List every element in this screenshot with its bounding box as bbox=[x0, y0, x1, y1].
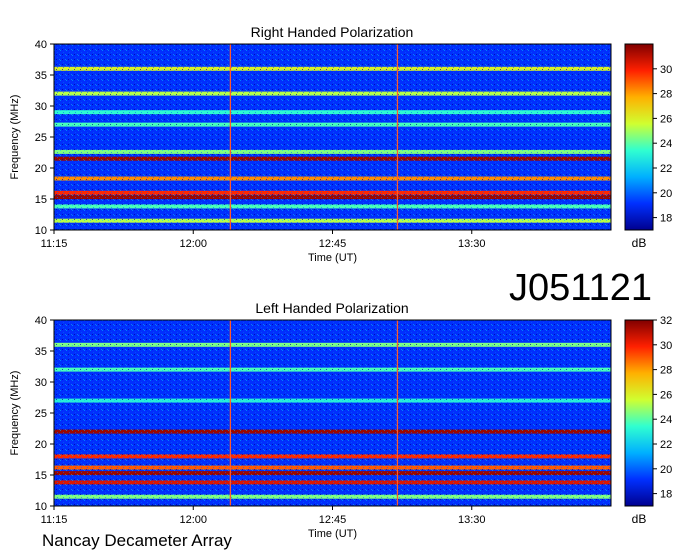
colorbar-label: dB bbox=[632, 236, 647, 250]
y-tick-label: 30 bbox=[35, 101, 47, 113]
colorbar-ticks: 18 20 22 24 26 28 30 32 bbox=[653, 315, 672, 501]
x-tick-label: 12:00 bbox=[179, 514, 207, 526]
colorbar-tick-label: 32 bbox=[660, 315, 672, 327]
y-axis: 10 15 20 25 30 35 40 bbox=[35, 39, 54, 237]
colorbar-ticks: 18 20 22 24 26 28 30 bbox=[653, 64, 672, 225]
x-tick-label: 11:15 bbox=[41, 514, 68, 526]
colorbar-tick-label: 30 bbox=[660, 340, 672, 352]
y-tick-label: 25 bbox=[35, 132, 47, 144]
panel-title: Left Handed Polarization bbox=[255, 300, 408, 316]
x-axis-label: Time (UT) bbox=[308, 252, 357, 264]
colorbar: 18 20 22 24 26 28 30 32 dB bbox=[624, 315, 672, 526]
x-tick-label: 13:30 bbox=[458, 238, 486, 250]
colorbar-tick-label: 20 bbox=[660, 188, 672, 200]
x-axis: 11:15 12:00 12:45 13:30 bbox=[41, 506, 486, 526]
y-axis-label: Frequency (MHz) bbox=[9, 95, 21, 180]
y-tick-label: 10 bbox=[35, 501, 47, 513]
panel-left-handed: Left Handed Polarization 10152025303540 … bbox=[9, 300, 672, 540]
spectrogram-texture bbox=[54, 44, 611, 230]
colorbar-tick-label: 22 bbox=[660, 439, 672, 451]
y-tick-label: 30 bbox=[35, 377, 47, 389]
x-tick-label: 13:30 bbox=[458, 514, 486, 526]
figure-label: J051121 bbox=[509, 267, 652, 309]
x-tick-label: 12:00 bbox=[179, 238, 207, 250]
colorbar-gradient bbox=[624, 319, 654, 507]
colorbar-tick-label: 20 bbox=[660, 464, 672, 476]
x-tick-label: 11:15 bbox=[41, 238, 68, 250]
y-tick-label: 35 bbox=[35, 346, 47, 358]
colorbar-tick-label: 26 bbox=[660, 113, 672, 125]
y-tick-label: 20 bbox=[35, 163, 47, 175]
y-axis: 10 15 20 25 30 35 40 bbox=[35, 315, 54, 513]
colorbar-tick-label: 24 bbox=[660, 414, 672, 426]
x-axis-label: Time (UT) bbox=[308, 528, 357, 540]
y-tick-label: 40 bbox=[35, 315, 47, 327]
colorbar-tick-label: 28 bbox=[660, 365, 672, 377]
y-axis-label: Frequency (MHz) bbox=[9, 371, 21, 456]
footer-credit: Nancay Decameter Array bbox=[42, 531, 232, 550]
colorbar-tick-label: 30 bbox=[660, 64, 672, 76]
y-tick-label: 10 bbox=[35, 225, 47, 237]
colorbar-tick-label: 18 bbox=[660, 213, 672, 225]
colorbar-gradient bbox=[624, 43, 654, 231]
spectrogram-figure: Right Handed Polarization 10 15 20 25 30 35 40… bbox=[9, 24, 672, 550]
panel-title: Right Handed Polarization bbox=[251, 24, 414, 40]
colorbar-tick-label: 18 bbox=[660, 489, 672, 501]
spectrogram-texture bbox=[54, 320, 611, 506]
x-axis: 11:15 12:00 12:45 13:30 bbox=[41, 230, 486, 250]
colorbar-tick-label: 24 bbox=[660, 138, 672, 150]
y-tick-label: 20 bbox=[35, 439, 47, 451]
panel-right-handed: Right Handed Polarization 10 15 20 25 30 35 40… bbox=[9, 24, 672, 264]
colorbar-tick-label: 22 bbox=[660, 163, 672, 175]
colorbar-label: dB bbox=[632, 512, 647, 526]
y-tick-label: 15 bbox=[35, 194, 47, 206]
y-tick-label: 25 bbox=[35, 408, 47, 420]
x-tick-label: 12:45 bbox=[319, 238, 347, 250]
y-tick-label: 15 bbox=[35, 470, 47, 482]
y-tick-label: 35 bbox=[35, 70, 47, 82]
y-tick-label: 40 bbox=[35, 39, 47, 51]
spectrogram-area bbox=[53, 319, 612, 507]
spectrogram-area bbox=[53, 43, 612, 231]
colorbar-tick-label: 26 bbox=[660, 389, 672, 401]
colorbar-tick-label: 28 bbox=[660, 89, 672, 101]
colorbar: 18 20 22 24 26 28 30 dB bbox=[624, 43, 672, 250]
x-tick-label: 12:45 bbox=[319, 514, 347, 526]
